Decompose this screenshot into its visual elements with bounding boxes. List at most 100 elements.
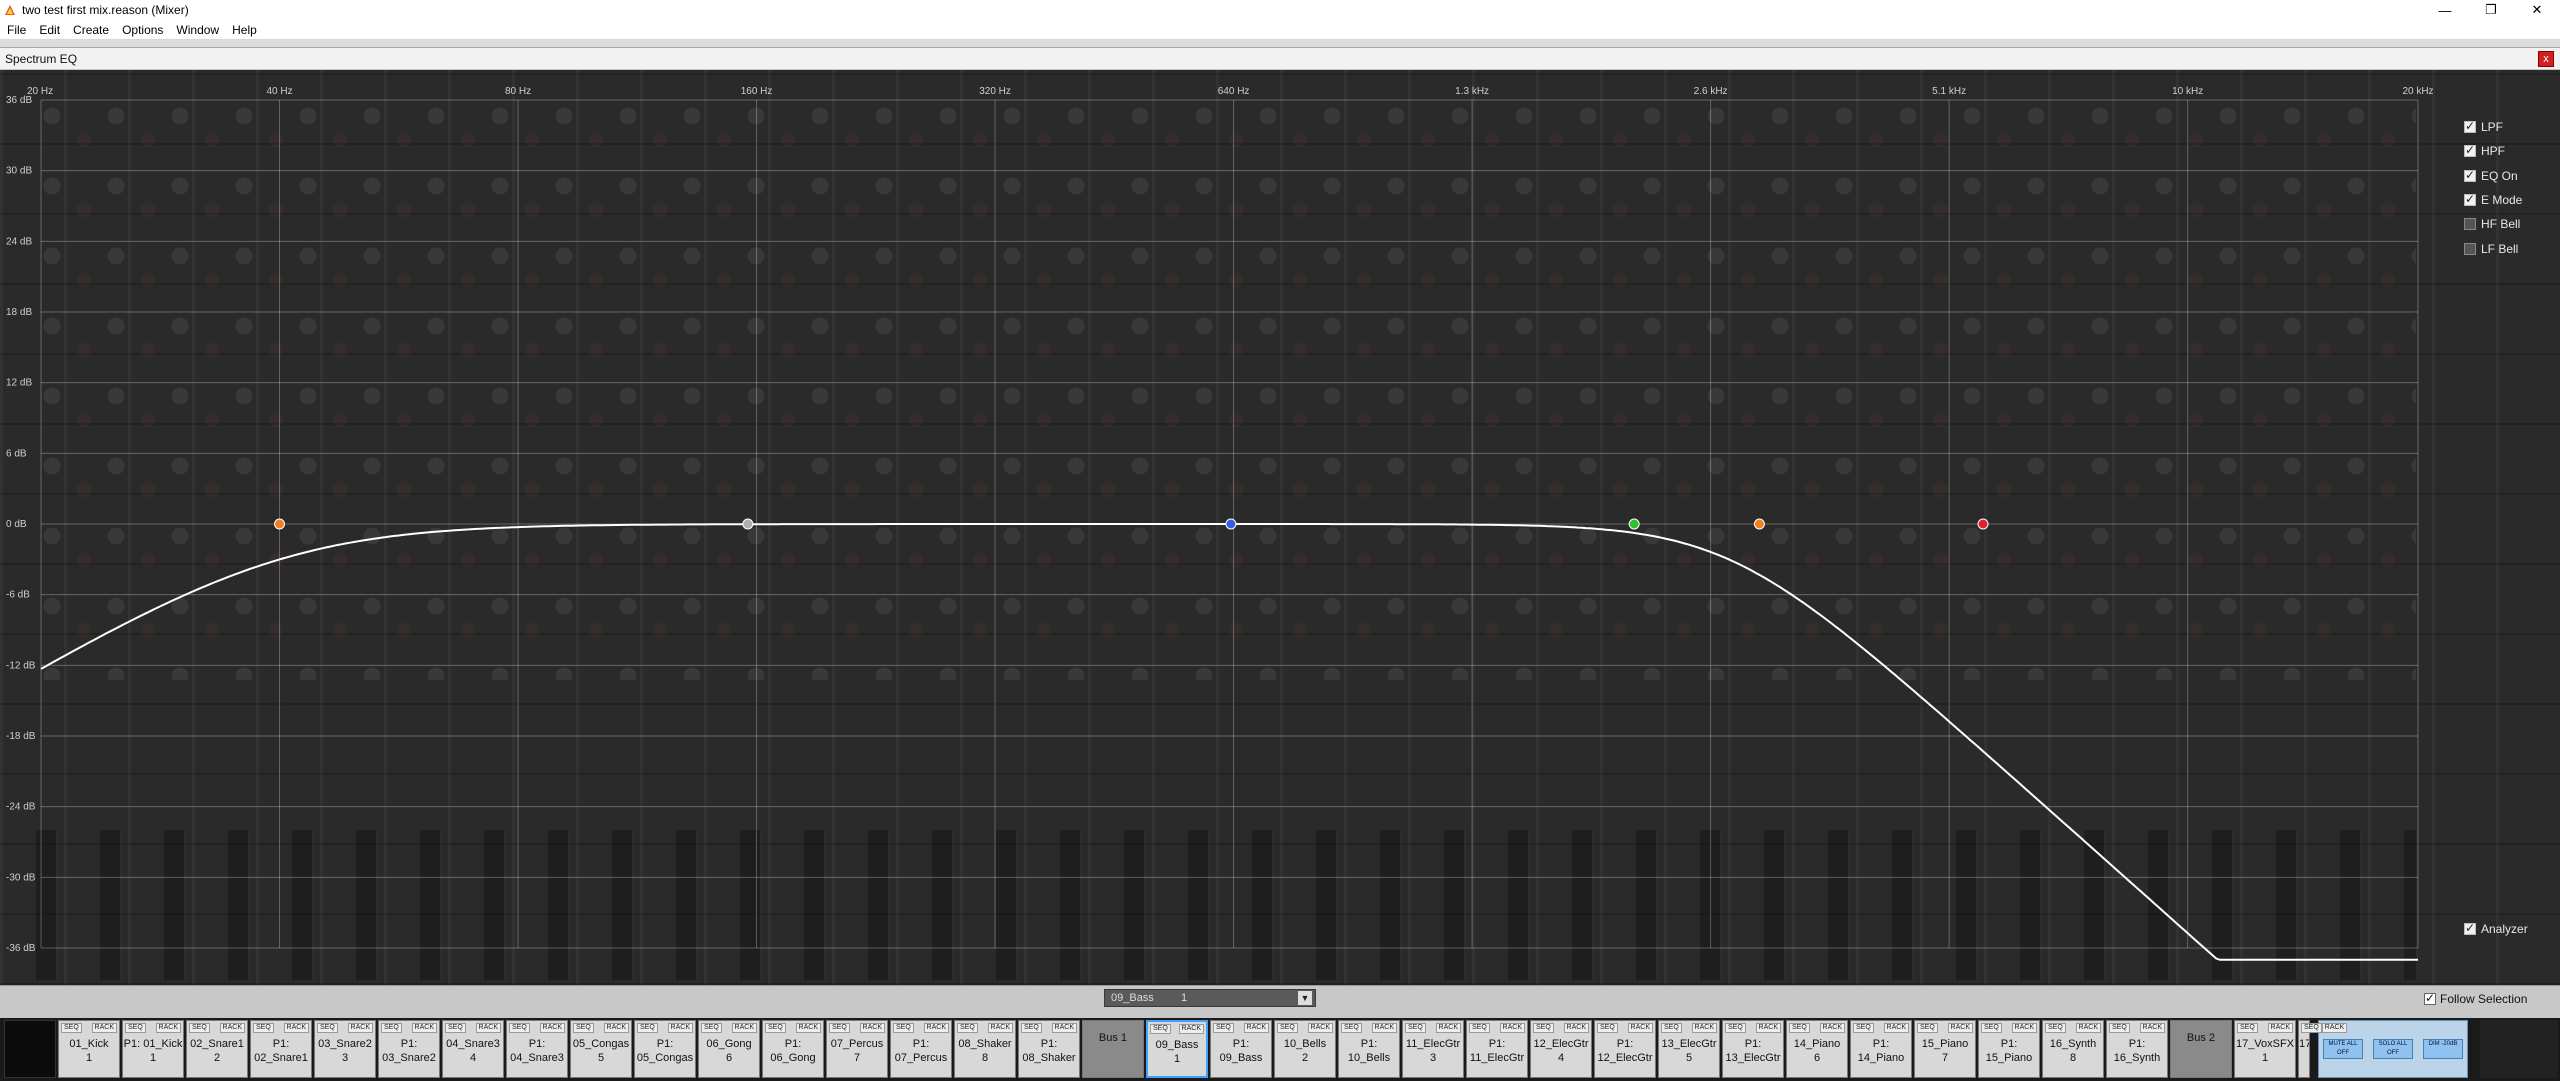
lf-bell-checkbox[interactable] (2464, 243, 2476, 255)
seq-button[interactable]: SEQ (2301, 1023, 2322, 1033)
rack-button[interactable]: RACK (1371, 1023, 1397, 1033)
chevron-down-icon[interactable]: ▼ (1298, 991, 1312, 1005)
rack-button[interactable]: RACK (1755, 1023, 1781, 1033)
channel-strip[interactable]: SEQ RACK P1: 01_Kick 1 (122, 1020, 184, 1078)
channel-strip[interactable]: SEQ RACK 09_Bass 1 (1146, 1020, 1208, 1078)
channel-strip[interactable]: SEQ RACK 12_ElecGtr 4 (1530, 1020, 1592, 1078)
rack-button[interactable]: RACK (1307, 1023, 1333, 1033)
rack-button[interactable]: RACK (219, 1023, 245, 1033)
e-mode-checkbox[interactable] (2464, 192, 2476, 206)
rack-button[interactable]: RACK (1178, 1024, 1204, 1034)
hpf-checkbox[interactable] (2464, 143, 2476, 157)
rack-button[interactable]: RACK (283, 1023, 309, 1033)
channel-strip[interactable]: SEQ RACK 16_Synth 8 (2042, 1020, 2104, 1078)
rack-button[interactable]: RACK (1691, 1023, 1717, 1033)
seq-button[interactable]: SEQ (1533, 1023, 1554, 1033)
channel-strip[interactable]: SEQ RACK 15_Piano 7 (1914, 1020, 1976, 1078)
dim-button[interactable]: DIM -20dB (2423, 1039, 2463, 1059)
rack-button[interactable]: RACK (603, 1023, 629, 1033)
channel-strip[interactable]: SEQ RACK 01_Kick 1 (58, 1020, 120, 1078)
channel-strip[interactable]: SEQ RACK 10_Bells 2 (1274, 1020, 1336, 1078)
rack-button[interactable]: RACK (731, 1023, 757, 1033)
channel-strip[interactable]: Bus 2 (2170, 1020, 2232, 1078)
seq-button[interactable]: SEQ (1405, 1023, 1426, 1033)
rack-button[interactable]: RACK (923, 1023, 949, 1033)
eq-on-checkbox[interactable] (2464, 168, 2476, 182)
lpf-checkbox[interactable] (2464, 119, 2476, 133)
channel-strip[interactable]: SEQ RACK P1: 07_Percus (890, 1020, 952, 1078)
seq-button[interactable]: SEQ (1725, 1023, 1746, 1033)
seq-button[interactable]: SEQ (1150, 1024, 1171, 1034)
seq-button[interactable]: SEQ (1661, 1023, 1682, 1033)
follow-selection-checkbox[interactable] (2424, 991, 2436, 1005)
seq-button[interactable]: SEQ (893, 1023, 914, 1033)
option-lpf[interactable]: LPF (2464, 119, 2503, 134)
rack-button[interactable]: RACK (1499, 1023, 1525, 1033)
rack-button[interactable]: RACK (2139, 1023, 2165, 1033)
eq-node-lf[interactable] (742, 518, 754, 530)
rack-button[interactable]: RACK (2011, 1023, 2037, 1033)
option-eq-on[interactable]: EQ On (2464, 168, 2518, 183)
channel-strip[interactable]: SEQRACK 17_ (2298, 1020, 2348, 1078)
rack-button[interactable]: RACK (2321, 1023, 2348, 1033)
option-hf-bell[interactable]: HF Bell (2464, 217, 2520, 231)
menu-options[interactable]: Options (115, 23, 169, 37)
seq-button[interactable]: SEQ (189, 1023, 210, 1033)
rack-button[interactable]: RACK (859, 1023, 885, 1033)
channel-strip[interactable]: SEQ RACK 14_Piano 6 (1786, 1020, 1848, 1078)
channel-strip[interactable]: SEQ RACK P1: 04_Snare3 (506, 1020, 568, 1078)
seq-button[interactable]: SEQ (573, 1023, 594, 1033)
channel-strip[interactable]: SEQ RACK P1: 06_Gong (762, 1020, 824, 1078)
channel-strip[interactable]: SEQ RACK P1: 13_ElecGtr (1722, 1020, 1784, 1078)
solo-all-off-button[interactable]: SOLO ALL OFF (2373, 1039, 2413, 1059)
mute-all-off-button[interactable]: MUTE ALL OFF (2323, 1039, 2363, 1059)
channel-strip[interactable]: SEQ RACK 04_Snare3 4 (442, 1020, 504, 1078)
channel-strip[interactable]: SEQ RACK P1: 14_Piano (1850, 1020, 1912, 1078)
seq-button[interactable]: SEQ (2109, 1023, 2130, 1033)
rack-button[interactable]: RACK (1243, 1023, 1269, 1033)
spectrum-eq-display[interactable]: 20 Hz 40 Hz 80 Hz 160 Hz 320 Hz 640 Hz 1.3 kHz… (0, 70, 2560, 985)
close-window-button[interactable]: ✕ (2514, 0, 2560, 20)
seq-button[interactable]: SEQ (1917, 1023, 1938, 1033)
option-analyzer[interactable]: Analyzer (2464, 921, 2528, 936)
seq-button[interactable]: SEQ (1277, 1023, 1298, 1033)
minimize-button[interactable]: — (2422, 0, 2468, 20)
rack-button[interactable]: RACK (2267, 1023, 2293, 1033)
channel-strip[interactable]: SEQ RACK 13_ElecGtr 5 (1658, 1020, 1720, 1078)
menu-create[interactable]: Create (66, 23, 115, 37)
channel-strip[interactable]: SEQ RACK P1: 16_Synth (2106, 1020, 2168, 1078)
channel-strip[interactable]: SEQ RACK 17_VoxSFX 1 (2234, 1020, 2296, 1078)
rack-button[interactable]: RACK (1435, 1023, 1461, 1033)
seq-button[interactable]: SEQ (637, 1023, 658, 1033)
option-hpf[interactable]: HPF (2464, 143, 2505, 158)
seq-button[interactable]: SEQ (509, 1023, 530, 1033)
seq-button[interactable]: SEQ (2237, 1023, 2258, 1033)
seq-button[interactable]: SEQ (1789, 1023, 1810, 1033)
seq-button[interactable]: SEQ (957, 1023, 978, 1033)
seq-button[interactable]: SEQ (1853, 1023, 1874, 1033)
channel-strip[interactable]: SEQ RACK P1: 10_Bells (1338, 1020, 1400, 1078)
seq-button[interactable]: SEQ (1597, 1023, 1618, 1033)
channel-strip[interactable]: SEQ RACK P1: 09_Bass (1210, 1020, 1272, 1078)
channel-selector-dropdown[interactable]: 09_Bass 1 ▼ (1104, 989, 1316, 1007)
show-hide-panel[interactable] (2480, 1020, 2558, 1078)
channel-strip[interactable]: SEQ RACK P1: 02_Snare1 (250, 1020, 312, 1078)
seq-button[interactable]: SEQ (2045, 1023, 2066, 1033)
channel-strip[interactable]: SEQ RACK P1: 03_Snare2 (378, 1020, 440, 1078)
channel-strip[interactable]: SEQ RACK P1: 12_ElecGtr (1594, 1020, 1656, 1078)
seq-button[interactable]: SEQ (445, 1023, 466, 1033)
follow-selection-toggle[interactable]: Follow Selection (2424, 991, 2527, 1006)
seq-button[interactable]: SEQ (1213, 1023, 1234, 1033)
rack-button[interactable]: RACK (795, 1023, 821, 1033)
seq-button[interactable]: SEQ (381, 1023, 402, 1033)
channel-strip[interactable]: SEQ RACK 05_Congas 5 (570, 1020, 632, 1078)
eq-node-hmf[interactable] (1628, 518, 1640, 530)
channel-strip[interactable]: SEQ RACK P1: 08_Shaker (1018, 1020, 1080, 1078)
eq-node-hf[interactable] (1753, 518, 1765, 530)
seq-button[interactable]: SEQ (125, 1023, 146, 1033)
analyzer-checkbox[interactable] (2464, 921, 2476, 935)
seq-button[interactable]: SEQ (61, 1023, 82, 1033)
rack-button[interactable]: RACK (1051, 1023, 1077, 1033)
channel-strip[interactable]: SEQ RACK 08_Shaker 8 (954, 1020, 1016, 1078)
seq-button[interactable]: SEQ (1981, 1023, 2002, 1033)
